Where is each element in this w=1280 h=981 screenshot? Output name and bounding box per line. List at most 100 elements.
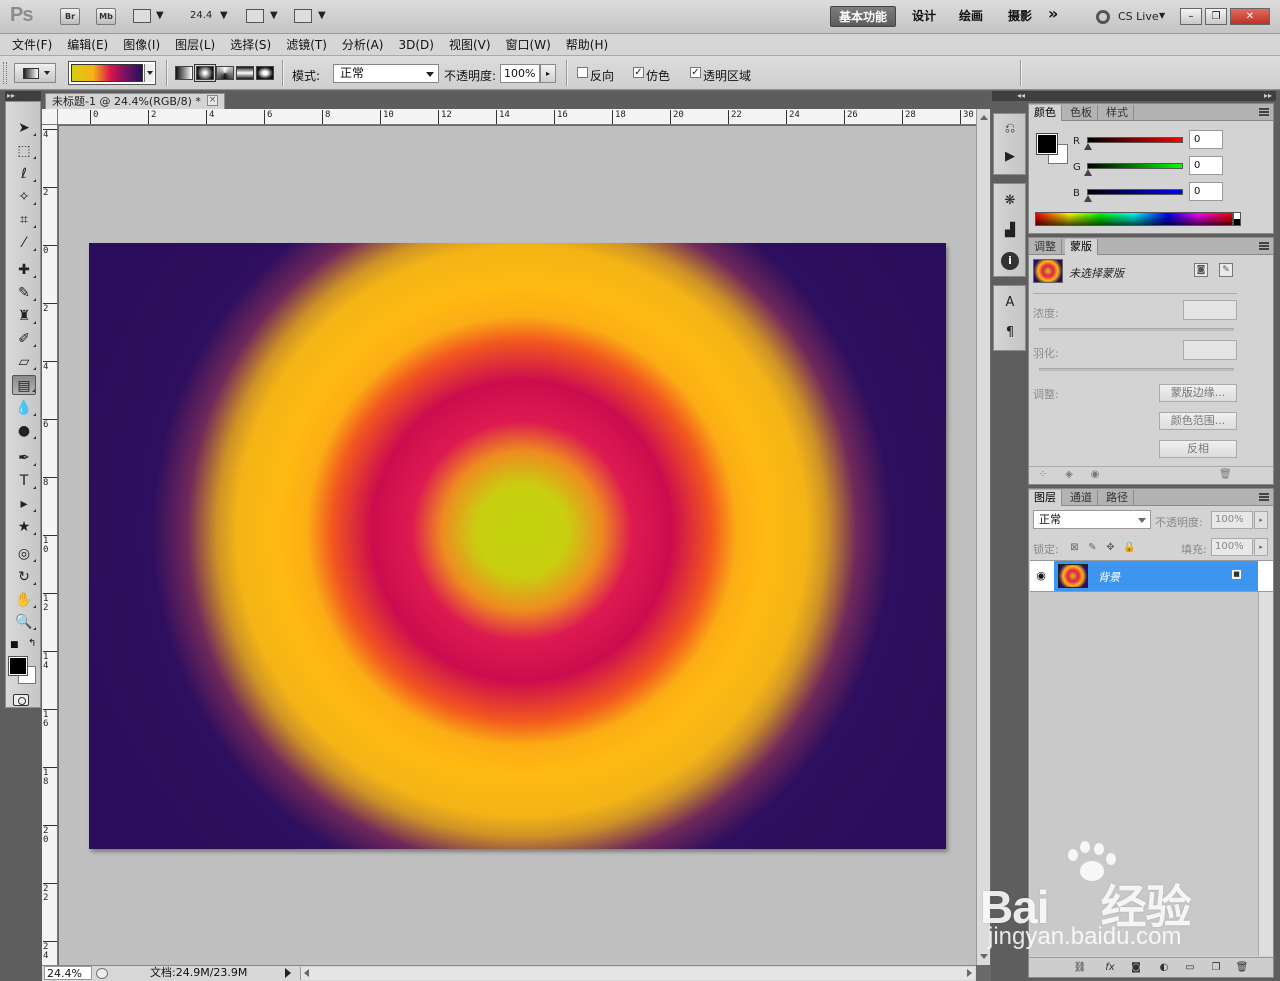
tab-adjustments[interactable]: 调整 xyxy=(1029,239,1062,255)
feather-input[interactable] xyxy=(1183,340,1237,360)
zoom-dropdown-icon[interactable]: ▼ xyxy=(220,10,228,21)
workspace-photography[interactable]: 摄影 xyxy=(1000,6,1040,27)
eyedropper-tool-icon[interactable]: ⁄ xyxy=(12,233,36,253)
document-canvas-radial-gradient[interactable] xyxy=(89,243,946,849)
reverse-checkbox[interactable] xyxy=(577,67,588,78)
pen-tool-icon[interactable]: ✒ xyxy=(12,448,36,468)
status-zoom-input[interactable]: 24.4% xyxy=(44,966,92,980)
zoom-tool-icon[interactable]: 🔍 xyxy=(12,612,36,632)
black-white-swatch[interactable] xyxy=(1233,212,1241,226)
tab-swatches[interactable]: 色板 xyxy=(1065,105,1098,121)
close-document-icon[interactable]: × xyxy=(207,95,218,106)
transparency-checkbox[interactable]: ✓ xyxy=(690,67,701,78)
screen-mode-dropdown-icon[interactable]: ▼ xyxy=(318,10,326,21)
menu-select[interactable]: 选择(S) xyxy=(230,36,271,53)
lock-position-icon[interactable]: ✥ xyxy=(1105,542,1116,553)
color-spectrum-bar[interactable] xyxy=(1035,212,1233,226)
more-workspaces-icon[interactable]: » xyxy=(1040,3,1066,24)
opacity-input[interactable]: 100% xyxy=(500,64,540,83)
apply-mask-icon[interactable]: ◈ xyxy=(1063,469,1075,480)
new-group-icon[interactable]: ▭ xyxy=(1183,961,1197,974)
view-extras-dropdown-icon[interactable]: ▼ xyxy=(156,10,164,21)
workspace-essentials[interactable]: 基本功能 xyxy=(830,6,897,27)
dock-collapse-icon[interactable]: ◂◂ xyxy=(992,91,1028,101)
scroll-down-icon[interactable] xyxy=(980,954,988,959)
new-layer-icon[interactable]: ❐ xyxy=(1209,961,1223,974)
red-slider[interactable] xyxy=(1087,137,1183,143)
menu-window[interactable]: 窗口(W) xyxy=(506,36,551,53)
blue-slider-thumb[interactable] xyxy=(1084,195,1092,202)
radial-gradient-button[interactable] xyxy=(194,64,216,82)
close-button[interactable]: ✕ xyxy=(1230,8,1270,25)
linear-gradient-button[interactable] xyxy=(175,66,193,80)
restore-button[interactable]: ❐ xyxy=(1205,8,1227,25)
blue-slider[interactable] xyxy=(1087,189,1183,195)
3d-rotate-tool-icon[interactable]: ◎ xyxy=(12,544,36,564)
workspace-design[interactable]: 设计 xyxy=(904,6,944,27)
status-info-icon[interactable] xyxy=(96,968,108,979)
color-range-button[interactable]: 颜色范围... xyxy=(1159,412,1237,430)
cs-live-button[interactable]: CS Live xyxy=(1118,10,1159,23)
mask-thumbnail[interactable] xyxy=(1033,259,1063,283)
mode-select[interactable]: 正常 xyxy=(333,64,439,83)
foreground-color-swatch[interactable] xyxy=(1036,133,1058,155)
eye-icon[interactable]: ◉ xyxy=(1033,569,1049,583)
lock-all-icon[interactable]: 🔒 xyxy=(1123,542,1135,553)
tab-layers[interactable]: 图层 xyxy=(1029,490,1062,506)
scroll-left-icon[interactable] xyxy=(304,969,309,977)
delete-layer-icon[interactable]: 🗑 xyxy=(1235,961,1249,974)
toggle-mask-visibility-icon[interactable]: ◉ xyxy=(1089,469,1101,480)
menu-help[interactable]: 帮助(H) xyxy=(566,36,608,53)
swap-colors-icon[interactable]: ↰ xyxy=(28,638,36,649)
brush-tool-icon[interactable]: ✎ xyxy=(12,283,36,303)
invert-button[interactable]: 反相 xyxy=(1159,440,1237,458)
type-tool-icon[interactable]: T xyxy=(12,471,36,491)
foreground-color-swatch[interactable] xyxy=(8,656,28,676)
mini-bridge-button[interactable]: Mb xyxy=(96,8,116,25)
marquee-tool-icon[interactable]: ⬚ xyxy=(12,141,36,161)
panels-collapse-icon[interactable]: ▸▸ xyxy=(1028,91,1276,101)
vertical-ruler[interactable]: 4 2 0 2 4 6 8 1 0 1 2 1 4 1 6 1 8 2 0 2 2 2 4 xyxy=(42,125,58,965)
menu-view[interactable]: 视图(V) xyxy=(449,36,491,53)
move-tool-icon[interactable]: ➤ xyxy=(12,118,36,138)
blue-value-input[interactable]: 0 xyxy=(1189,182,1223,201)
fill-arrow-icon[interactable]: ▸ xyxy=(1254,538,1268,556)
layer-opacity-arrow-icon[interactable]: ▸ xyxy=(1254,511,1268,529)
default-colors-icon[interactable]: ■ xyxy=(10,640,19,650)
quick-selection-tool-icon[interactable]: ✧ xyxy=(12,187,36,207)
lock-image-icon[interactable]: ✎ xyxy=(1087,542,1098,553)
gradient-preview[interactable] xyxy=(71,64,143,82)
screen-mode-icon[interactable] xyxy=(294,9,312,23)
quick-mask-icon[interactable] xyxy=(13,694,29,706)
angle-gradient-button[interactable] xyxy=(216,66,234,80)
document-tab[interactable]: 未标题-1 @ 24.4%(RGB/8) * xyxy=(45,93,225,109)
status-menu-arrow-icon[interactable] xyxy=(285,968,291,978)
cs-live-dropdown-icon[interactable]: ▼ xyxy=(1159,11,1165,20)
options-bar-grip[interactable] xyxy=(3,62,7,84)
healing-brush-tool-icon[interactable]: ✚ xyxy=(12,260,36,280)
menu-file[interactable]: 文件(F) xyxy=(12,36,52,53)
toolbox-collapse-icon[interactable]: ▸▸ xyxy=(5,91,41,101)
workspace-painting[interactable]: 绘画 xyxy=(951,6,991,27)
hand-tool-icon[interactable]: ✋ xyxy=(12,590,36,610)
density-input[interactable] xyxy=(1183,300,1237,320)
density-slider[interactable] xyxy=(1039,328,1234,331)
path-selection-tool-icon[interactable]: ▸ xyxy=(12,494,36,514)
arrange-documents-icon[interactable] xyxy=(246,9,264,23)
tab-color[interactable]: 颜色 xyxy=(1029,105,1062,121)
history-brush-tool-icon[interactable]: ✐ xyxy=(12,329,36,349)
menu-edit[interactable]: 编辑(E) xyxy=(67,36,108,53)
zoom-level[interactable]: 24.4 xyxy=(190,10,212,21)
menu-3d[interactable]: 3D(D) xyxy=(398,38,433,52)
horizontal-scrollbar[interactable] xyxy=(300,967,975,980)
add-pixel-mask-icon[interactable]: ◙ xyxy=(1194,263,1208,277)
panel-menu-icon[interactable] xyxy=(1259,242,1269,250)
clone-stamp-tool-icon[interactable]: ♜ xyxy=(12,306,36,326)
history-panel-icon[interactable]: ⎌ xyxy=(1001,120,1019,138)
dodge-tool-icon[interactable]: ● xyxy=(12,421,36,441)
gradient-tool-icon[interactable]: ▤ xyxy=(12,375,36,395)
bridge-button[interactable]: Br xyxy=(60,8,80,25)
scroll-right-icon[interactable] xyxy=(967,969,972,977)
horizontal-ruler[interactable]: 0 2 4 6 8 10 12 14 16 18 20 22 24 26 28 30 xyxy=(58,109,976,125)
tab-channels[interactable]: 通道 xyxy=(1065,490,1098,506)
